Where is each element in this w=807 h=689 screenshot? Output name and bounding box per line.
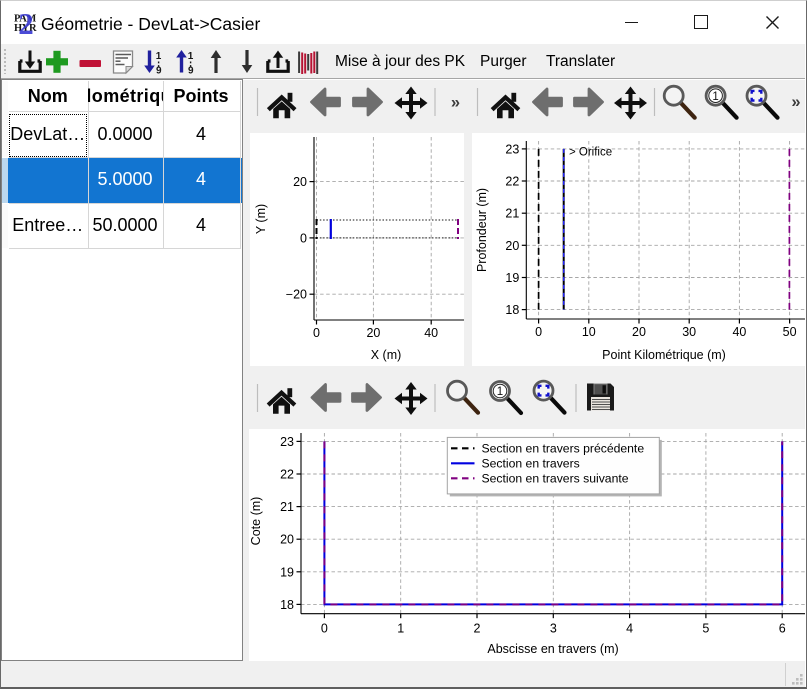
svg-text:»: » xyxy=(451,94,460,112)
svg-text:1: 1 xyxy=(188,51,194,62)
svg-text:9: 9 xyxy=(188,65,194,76)
svg-text:9: 9 xyxy=(156,65,162,76)
svg-text:1: 1 xyxy=(156,51,162,62)
svg-text:»: » xyxy=(791,93,800,111)
